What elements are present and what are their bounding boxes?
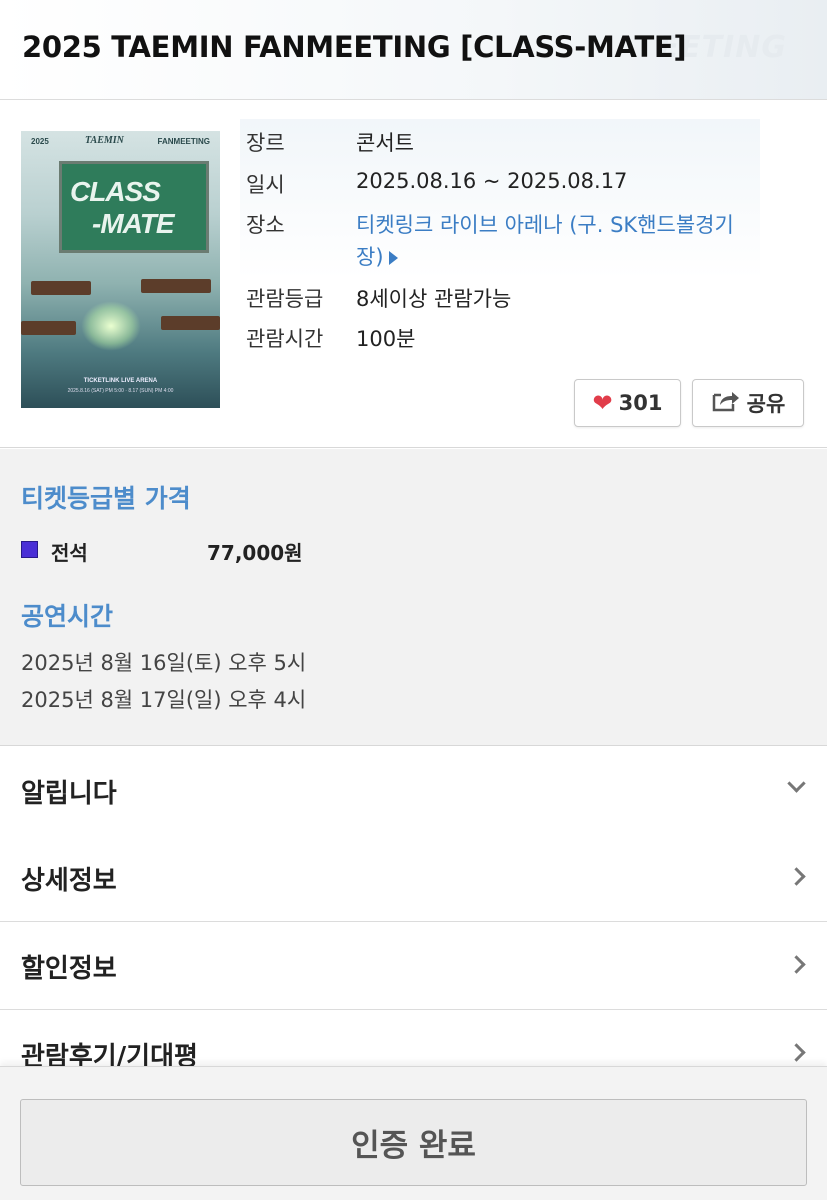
price-section-title: 티켓등급별 가격	[21, 484, 191, 513]
section-discounts[interactable]: 할인정보	[0, 922, 827, 1010]
poster-desk	[161, 316, 220, 330]
date-value: 2025.08.16 ~ 2025.08.17	[356, 169, 628, 193]
share-button[interactable]: 공유	[692, 379, 804, 427]
showtime-section-title: 공연시간	[21, 602, 114, 631]
date-label: 일시	[246, 173, 285, 197]
section-details[interactable]: 상세정보	[0, 834, 827, 922]
genre-value: 콘서트	[356, 131, 414, 155]
poster-light	[81, 301, 141, 351]
section-notice[interactable]: 알립니다	[0, 747, 827, 835]
poster-year: 2025	[31, 137, 49, 146]
section-notice-label: 알립니다	[21, 779, 117, 809]
seat-color-swatch	[21, 541, 38, 558]
caret-right-icon	[388, 251, 398, 265]
venue-link[interactable]: 티켓링크 라이브 아레나 (구. SK핸드볼경기	[356, 209, 734, 239]
like-count: 301	[618, 391, 663, 415]
seat-price: 77,000원	[207, 541, 303, 565]
chevron-right-icon	[787, 867, 806, 886]
poster-artist: TAEMIN	[85, 135, 124, 146]
poster-event-type: FANMEETING	[157, 137, 210, 146]
showtime-item: 2025년 8월 16일(토) 오후 5시	[21, 651, 307, 675]
page-title: 2025 TAEMIN FANMEETING [CLASS-MATE]	[22, 30, 687, 64]
poster-desk	[141, 279, 211, 293]
chevron-right-icon	[787, 1043, 806, 1062]
poster-desk	[31, 281, 91, 295]
heart-icon: ❤	[592, 389, 613, 417]
section-details-label: 상세정보	[21, 866, 117, 896]
poster-dates: 2025.8.16 (SAT) PM 5:00 · 8.17 (SUN) PM …	[67, 388, 174, 394]
bottom-action-bar: 인증 완료	[0, 1066, 827, 1200]
chevron-right-icon	[787, 955, 806, 974]
rating-label: 관람등급	[246, 287, 324, 311]
venue-label: 장소	[246, 213, 285, 237]
event-info-section: 2025 TAEMIN FANMEETING CLASS -MATE TICKE…	[0, 101, 827, 448]
poster-chalkboard: CLASS -MATE	[59, 161, 209, 253]
poster-desk	[21, 321, 76, 335]
genre-label: 장르	[246, 131, 285, 155]
poster-title-line2: -MATE	[92, 208, 175, 239]
price-and-schedule-section: 티켓등급별 가격 전석 77,000원 공연시간 2025년 8월 16일(토)…	[0, 449, 827, 746]
rating-value: 8세이상 관람가능	[356, 287, 512, 311]
runtime-value: 100분	[356, 327, 416, 351]
page-header: EETING 2025 TAEMIN FANMEETING [CLASS-MAT…	[0, 0, 827, 100]
seat-grade: 전석	[51, 541, 88, 565]
chevron-down-icon	[787, 774, 806, 793]
share-icon	[711, 389, 741, 418]
venue-link-text: 장)	[356, 245, 384, 269]
runtime-label: 관람시간	[246, 327, 324, 351]
poster-title-line1: CLASS	[70, 176, 161, 207]
poster-venue: TICKETLINK LIVE ARENA	[83, 378, 158, 384]
event-poster[interactable]: 2025 TAEMIN FANMEETING CLASS -MATE TICKE…	[21, 131, 220, 408]
section-discounts-label: 할인정보	[21, 954, 117, 984]
verification-complete-button[interactable]: 인증 완료	[20, 1099, 807, 1186]
venue-link-continued[interactable]: 장)	[356, 241, 398, 271]
showtime-item: 2025년 8월 17일(일) 오후 4시	[21, 688, 307, 712]
share-label: 공유	[746, 392, 786, 416]
like-button[interactable]: ❤ 301	[574, 379, 681, 427]
